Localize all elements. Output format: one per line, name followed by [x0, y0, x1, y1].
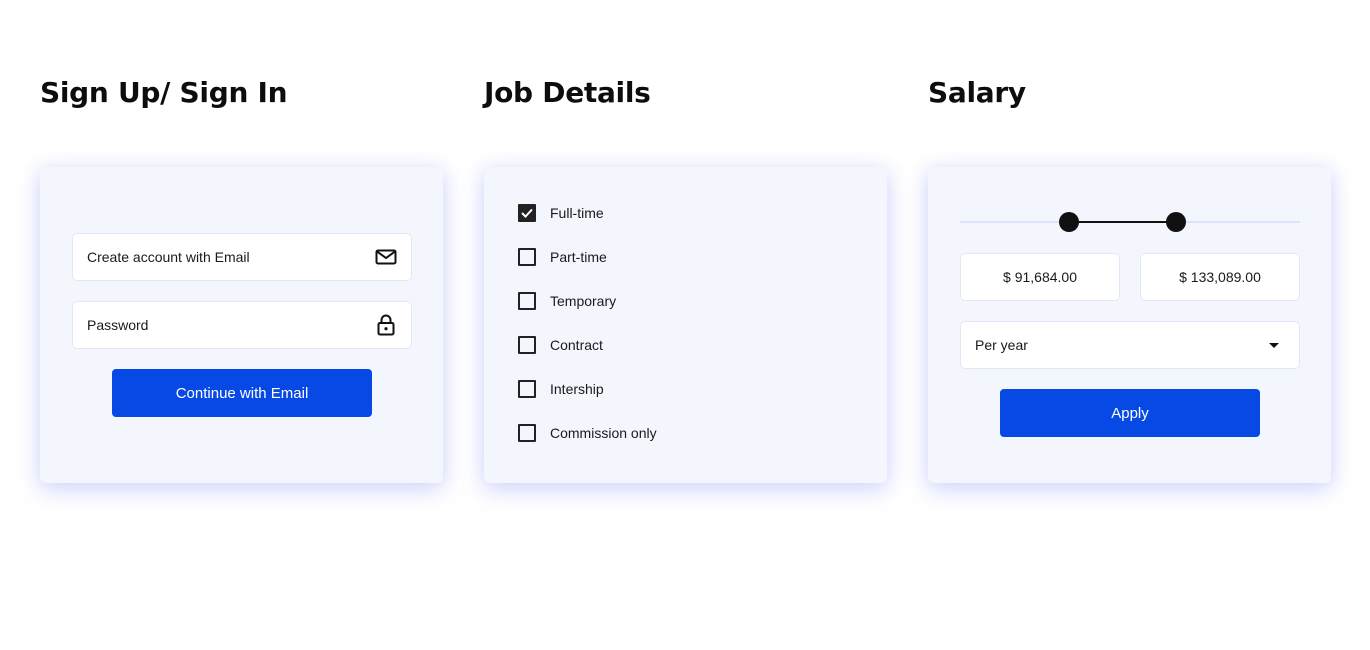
- signup-heading: Sign Up/ Sign In: [40, 76, 288, 109]
- job-type-label: Temporary: [550, 293, 617, 309]
- job-type-option[interactable]: Part-time: [518, 248, 607, 266]
- job-type-label: Full-time: [550, 205, 604, 221]
- job-type-label: Commission only: [550, 425, 657, 441]
- job-type-label: Part-time: [550, 249, 607, 265]
- password-field[interactable]: Password: [72, 301, 412, 349]
- mail-icon: [375, 246, 397, 268]
- salary-period-select[interactable]: Per year: [960, 321, 1300, 369]
- email-field-placeholder: Create account with Email: [87, 249, 250, 265]
- checkbox-unchecked[interactable]: [518, 248, 536, 266]
- checkbox-unchecked[interactable]: [518, 336, 536, 354]
- checkbox-checked[interactable]: [518, 204, 536, 222]
- apply-button[interactable]: Apply: [1000, 389, 1260, 437]
- signup-card: Create account with Email Password Conti…: [40, 167, 443, 483]
- job-type-option[interactable]: Commission only: [518, 424, 657, 442]
- salary-slider-min-thumb[interactable]: [1058, 212, 1079, 232]
- min-salary-input[interactable]: $ 91,684.00: [960, 253, 1120, 301]
- lock-icon: [375, 314, 397, 336]
- chevron-down-icon: [1263, 334, 1285, 356]
- email-field[interactable]: Create account with Email: [72, 233, 412, 281]
- password-field-placeholder: Password: [87, 317, 149, 333]
- salary-heading: Salary: [928, 76, 1026, 109]
- checkbox-unchecked[interactable]: [518, 292, 536, 310]
- job-details-heading: Job Details: [484, 76, 651, 109]
- salary-period-value: Per year: [975, 337, 1028, 353]
- job-type-label: Intership: [550, 381, 604, 397]
- salary-card: $ 91,684.00 $ 133,089.00 Per year Apply: [928, 167, 1331, 483]
- salary-slider-range: [1068, 221, 1176, 223]
- job-type-label: Contract: [550, 337, 603, 353]
- job-type-option[interactable]: Temporary: [518, 292, 616, 310]
- checkbox-unchecked[interactable]: [518, 424, 536, 442]
- job-type-option[interactable]: Full-time: [518, 204, 604, 222]
- job-details-card: Full-time Part-time Temporary Contract Inter…: [484, 167, 887, 483]
- salary-slider-max-thumb[interactable]: [1165, 212, 1186, 232]
- job-type-option[interactable]: Contract: [518, 336, 603, 354]
- continue-with-email-button[interactable]: Continue with Email: [112, 369, 372, 417]
- max-salary-input[interactable]: $ 133,089.00: [1140, 253, 1300, 301]
- checkmark-icon: [521, 208, 533, 218]
- job-type-option[interactable]: Intership: [518, 380, 604, 398]
- checkbox-unchecked[interactable]: [518, 380, 536, 398]
